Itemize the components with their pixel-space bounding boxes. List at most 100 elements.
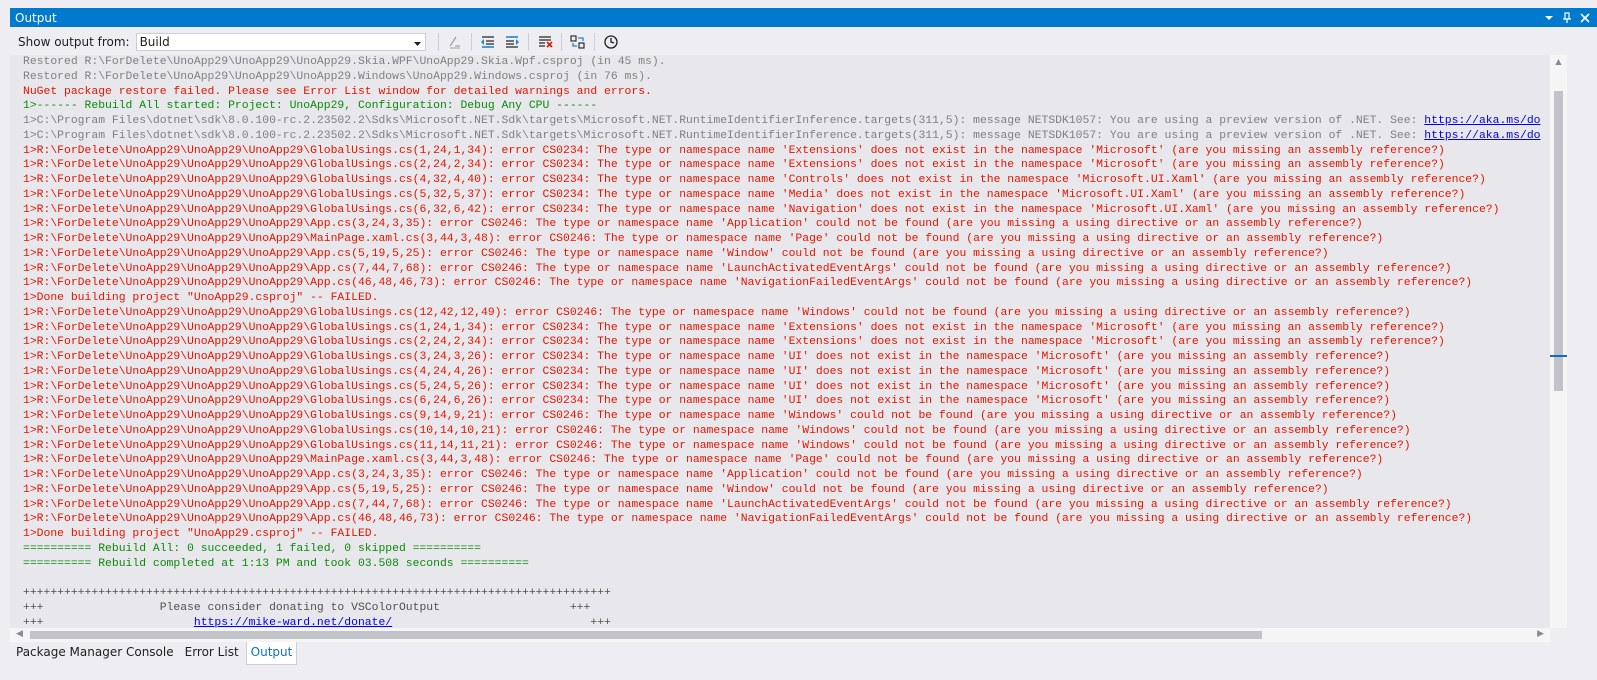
output-line-text: 1>C:\Program Files\dotnet\sdk\8.0.100-rc… bbox=[23, 129, 1425, 142]
output-line: 1>C:\Program Files\dotnet\sdk\8.0.100-rc… bbox=[23, 129, 1550, 144]
output-line-text: 1>Done building project "UnoApp29.csproj… bbox=[23, 292, 379, 304]
output-line-text: 1>C:\Program Files\dotnet\sdk\8.0.100-rc… bbox=[23, 115, 1425, 127]
output-window-titlebar: Output bbox=[10, 8, 1597, 27]
output-line-link[interactable]: https://mike-ward.net/donate/ bbox=[194, 617, 392, 629]
horizontal-scrollbar[interactable]: ◀ ▶ bbox=[10, 628, 1550, 642]
output-line: 1>R:\ForDelete\UnoApp29\UnoApp29\UnoApp2… bbox=[23, 424, 1550, 439]
output-line-text: 1>R:\ForDelete\UnoApp29\UnoApp29\UnoApp2… bbox=[23, 395, 1391, 408]
output-line-text: 1>R:\ForDelete\UnoApp29\UnoApp29\UnoApp2… bbox=[23, 454, 1384, 467]
output-line: 1>R:\ForDelete\UnoApp29\UnoApp29\UnoApp2… bbox=[23, 483, 1550, 498]
output-line: 1>R:\ForDelete\UnoApp29\UnoApp29\UnoApp2… bbox=[23, 262, 1550, 277]
output-line: 1>R:\ForDelete\UnoApp29\UnoApp29\UnoApp2… bbox=[23, 468, 1550, 483]
output-line: 1>R:\ForDelete\UnoApp29\UnoApp29\UnoApp2… bbox=[23, 453, 1550, 468]
output-line: 1>C:\Program Files\dotnet\sdk\8.0.100-rc… bbox=[23, 114, 1550, 129]
output-line: Restored R:\ForDelete\UnoApp29\UnoApp29\… bbox=[23, 55, 1550, 70]
horizontal-scroll-thumb[interactable] bbox=[30, 631, 1262, 639]
output-line-text: 1>R:\ForDelete\UnoApp29\UnoApp29\UnoApp2… bbox=[23, 351, 1391, 363]
toolbar-separator bbox=[593, 32, 595, 51]
close-icon[interactable] bbox=[1577, 10, 1593, 26]
toolbar-separator bbox=[470, 32, 472, 51]
scrollbar-caret-marker bbox=[1550, 355, 1567, 357]
output-line-text: 1>R:\ForDelete\UnoApp29\UnoApp29\UnoApp2… bbox=[23, 203, 1500, 216]
output-line-text: Restored R:\ForDelete\UnoApp29\UnoApp29\… bbox=[23, 70, 652, 83]
output-line-text: 1>R:\ForDelete\UnoApp29\UnoApp29\UnoApp2… bbox=[23, 247, 1329, 260]
output-line-text: 1>R:\ForDelete\UnoApp29\UnoApp29\UnoApp2… bbox=[23, 306, 1411, 319]
toggle-word-wrap-icon[interactable] bbox=[568, 32, 588, 52]
output-line: 1>R:\ForDelete\UnoApp29\UnoApp29\UnoApp2… bbox=[23, 158, 1550, 173]
output-line-text: 1>R:\ForDelete\UnoApp29\UnoApp29\UnoApp2… bbox=[23, 380, 1391, 393]
vertical-scroll-thumb[interactable] bbox=[1554, 91, 1563, 391]
output-line-text: 1>Done building project "UnoApp29.csproj… bbox=[23, 528, 379, 540]
output-line-text: 1>R:\ForDelete\UnoApp29\UnoApp29\UnoApp2… bbox=[23, 277, 1473, 290]
bottom-tab-bar: Package Manager Console Error List Outpu… bbox=[0, 642, 1597, 680]
tab-package-manager-console[interactable]: Package Manager Console bbox=[12, 642, 178, 664]
toolbar-separator bbox=[437, 32, 439, 51]
output-text-pane[interactable]: Restored R:\ForDelete\UnoApp29\UnoApp29\… bbox=[10, 55, 1550, 628]
toggle-timestamps-icon[interactable] bbox=[601, 32, 621, 52]
output-line: 1>R:\ForDelete\UnoApp29\UnoApp29\UnoApp2… bbox=[23, 350, 1550, 365]
output-line: +++ Please consider donating to VSColorO… bbox=[23, 601, 1550, 616]
output-toolbar: Show output from: Build bbox=[10, 28, 1597, 55]
output-line-text: 1>R:\ForDelete\UnoApp29\UnoApp29\UnoApp2… bbox=[23, 321, 1445, 334]
output-line-text: +++ Please consider donating to VSColorO… bbox=[23, 601, 591, 614]
output-line: 1>R:\ForDelete\UnoApp29\UnoApp29\UnoApp2… bbox=[23, 144, 1550, 159]
output-line-suffix: +++ bbox=[392, 616, 611, 629]
output-line: 1>R:\ForDelete\UnoApp29\UnoApp29\UnoApp2… bbox=[23, 276, 1550, 291]
output-line-link[interactable]: https://aka.ms/do bbox=[1424, 115, 1540, 127]
window-title: Output bbox=[15, 10, 57, 25]
vertical-scrollbar[interactable]: ▲ bbox=[1550, 55, 1567, 628]
tab-error-list[interactable]: Error List bbox=[181, 642, 243, 664]
output-line: Restored R:\ForDelete\UnoApp29\UnoApp29\… bbox=[23, 70, 1550, 85]
previous-message-icon[interactable] bbox=[478, 32, 498, 52]
scroll-left-icon[interactable]: ◀ bbox=[16, 629, 23, 639]
output-line: 1>R:\ForDelete\UnoApp29\UnoApp29\UnoApp2… bbox=[23, 439, 1550, 454]
tab-output[interactable]: Output bbox=[245, 642, 298, 665]
output-source-select[interactable]: Build bbox=[135, 32, 426, 51]
output-line: NuGet package restore failed. Please see… bbox=[23, 85, 1550, 100]
output-line: +++ https://mike-ward.net/donate/ +++ bbox=[23, 616, 1550, 629]
toolbar-separator bbox=[527, 32, 529, 51]
output-line-text: 1>R:\ForDelete\UnoApp29\UnoApp29\UnoApp2… bbox=[23, 159, 1445, 172]
output-line: ++++++++++++++++++++++++++++++++++++++++… bbox=[23, 586, 1550, 601]
output-line-text: ========== Rebuild All: 0 succeeded, 1 f… bbox=[23, 542, 481, 555]
output-line: 1>R:\ForDelete\UnoApp29\UnoApp29\UnoApp2… bbox=[23, 394, 1550, 409]
clear-all-icon[interactable] bbox=[535, 32, 555, 52]
scroll-right-icon[interactable]: ▶ bbox=[1537, 629, 1544, 639]
output-line: 1>Done building project "UnoApp29.csproj… bbox=[23, 291, 1550, 306]
output-line-text: 1>R:\ForDelete\UnoApp29\UnoApp29\UnoApp2… bbox=[23, 365, 1391, 378]
output-line: ========== Rebuild All: 0 succeeded, 1 f… bbox=[23, 542, 1550, 557]
output-line-text: 1>R:\ForDelete\UnoApp29\UnoApp29\UnoApp2… bbox=[23, 233, 1384, 245]
output-line-text: 1>R:\ForDelete\UnoApp29\UnoApp29\UnoApp2… bbox=[23, 174, 1486, 186]
output-line: 1>R:\ForDelete\UnoApp29\UnoApp29\UnoApp2… bbox=[23, 498, 1550, 513]
output-line: 1>R:\ForDelete\UnoApp29\UnoApp29\UnoApp2… bbox=[23, 409, 1550, 424]
output-line: 1>R:\ForDelete\UnoApp29\UnoApp29\UnoApp2… bbox=[23, 321, 1550, 336]
find-message-icon[interactable] bbox=[445, 32, 465, 52]
output-line: 1>Done building project "UnoApp29.csproj… bbox=[23, 527, 1550, 542]
output-line-text: 1>R:\ForDelete\UnoApp29\UnoApp29\UnoApp2… bbox=[23, 439, 1411, 452]
output-line-text: 1>R:\ForDelete\UnoApp29\UnoApp29\UnoApp2… bbox=[23, 410, 1397, 422]
window-position-dropdown-icon[interactable] bbox=[1541, 10, 1557, 26]
output-line: 1>------ Rebuild All started: Project: U… bbox=[23, 99, 1550, 114]
output-source-value: Build bbox=[139, 34, 170, 49]
output-line-text: ++++++++++++++++++++++++++++++++++++++++… bbox=[23, 587, 611, 599]
output-line-text: NuGet package restore failed. Please see… bbox=[23, 85, 652, 98]
show-output-from-label: Show output from: bbox=[18, 34, 130, 49]
output-line-text: 1>R:\ForDelete\UnoApp29\UnoApp29\UnoApp2… bbox=[23, 262, 1452, 275]
next-message-icon[interactable] bbox=[502, 32, 522, 52]
output-line: 1>R:\ForDelete\UnoApp29\UnoApp29\UnoApp2… bbox=[23, 335, 1550, 350]
output-line: 1>R:\ForDelete\UnoApp29\UnoApp29\UnoApp2… bbox=[23, 512, 1550, 527]
output-line: 1>R:\ForDelete\UnoApp29\UnoApp29\UnoApp2… bbox=[23, 173, 1550, 188]
pin-icon[interactable] bbox=[1559, 10, 1575, 26]
scroll-up-icon[interactable]: ▲ bbox=[1550, 57, 1567, 66]
output-line-text: 1>R:\ForDelete\UnoApp29\UnoApp29\UnoApp2… bbox=[23, 188, 1466, 201]
output-line-text: 1>------ Rebuild All started: Project: U… bbox=[23, 100, 598, 113]
output-line: 1>R:\ForDelete\UnoApp29\UnoApp29\UnoApp2… bbox=[23, 203, 1550, 218]
output-line-text: 1>R:\ForDelete\UnoApp29\UnoApp29\UnoApp2… bbox=[23, 336, 1445, 349]
output-line: 1>R:\ForDelete\UnoApp29\UnoApp29\UnoApp2… bbox=[23, 188, 1550, 203]
output-line-link[interactable]: https://aka.ms/do bbox=[1424, 130, 1540, 142]
chevron-down-icon bbox=[413, 35, 421, 49]
output-line-text: 1>R:\ForDelete\UnoApp29\UnoApp29\UnoApp2… bbox=[23, 483, 1329, 496]
output-line-text: +++ bbox=[23, 616, 194, 629]
output-line-text: 1>R:\ForDelete\UnoApp29\UnoApp29\UnoApp2… bbox=[23, 218, 1363, 231]
